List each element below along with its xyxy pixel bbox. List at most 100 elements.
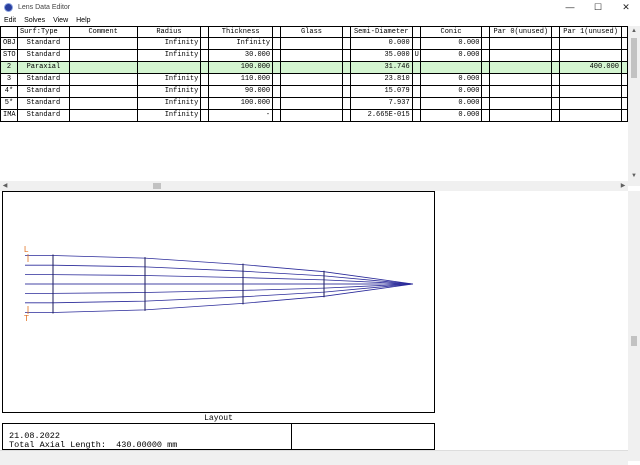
radius-cell[interactable] (137, 62, 202, 73)
conic-cell[interactable]: 0.000 (421, 38, 483, 49)
conic-cell[interactable]: 0.000 (421, 110, 483, 121)
thickness-solve-cell[interactable] (273, 62, 282, 73)
comment-cell[interactable] (70, 98, 138, 109)
glass-solve-cell[interactable] (343, 86, 351, 97)
par1-cell[interactable] (560, 110, 622, 121)
header-glass[interactable]: Glass (281, 27, 343, 38)
glass-cell[interactable] (281, 62, 343, 73)
thickness-cell[interactable]: 90.000 (209, 86, 274, 97)
par0-cell[interactable] (490, 86, 553, 97)
surface-type-cell[interactable]: Standard (18, 74, 70, 85)
thickness-solve-cell[interactable] (273, 86, 282, 97)
table-row[interactable]: 3 Standard Infinity 110.000 23.810 0.000 (0, 74, 628, 86)
table-row-selected[interactable]: 2 Paraxial 100.000 31.746 400.000 (0, 62, 628, 74)
table-row[interactable]: IMA Standard Infinity - 2.665E-015 0.000 (0, 110, 628, 122)
par0-cell[interactable] (490, 110, 553, 121)
glass-cell[interactable] (281, 38, 343, 49)
glass-solve-cell[interactable] (343, 110, 351, 121)
semi-diameter-cell[interactable]: 23.810 (351, 74, 413, 85)
table-scroll-thumb[interactable] (631, 38, 637, 78)
radius-cell[interactable]: Infinity (138, 98, 202, 109)
surface-type-cell[interactable]: Standard (18, 38, 70, 49)
header-par1[interactable]: Par 1(unused) (560, 27, 622, 38)
header-surf-type[interactable]: Surf:Type (18, 27, 70, 38)
conic-solve-cell[interactable] (482, 50, 491, 61)
radius-cell[interactable]: Infinity (138, 50, 202, 61)
header-thickness[interactable]: Thickness (209, 27, 274, 38)
radius-solve-cell[interactable] (201, 98, 210, 109)
par1-cell[interactable] (560, 86, 622, 97)
conic-cell[interactable]: 0.000 (421, 98, 483, 109)
radius-solve-cell[interactable] (201, 38, 210, 49)
thickness-cell[interactable]: - (209, 110, 274, 121)
par0-solve-cell[interactable] (552, 38, 561, 49)
comment-cell[interactable] (70, 86, 138, 97)
glass-cell[interactable] (281, 50, 343, 61)
conic-solve-cell[interactable] (482, 62, 491, 73)
layout-scroll-thumb[interactable] (631, 336, 637, 346)
header-semi-diameter[interactable]: Semi-Diameter (351, 27, 413, 38)
comment-cell[interactable] (69, 62, 138, 73)
semi-diameter-solve-cell[interactable] (413, 38, 421, 49)
conic-solve-cell[interactable] (482, 38, 491, 49)
radius-cell[interactable]: Infinity (138, 74, 202, 85)
scroll-left-arrow-icon[interactable]: ◀ (0, 181, 10, 191)
close-button[interactable]: ✕ (612, 0, 640, 14)
comment-cell[interactable] (70, 110, 138, 121)
glass-solve-cell[interactable] (343, 98, 351, 109)
glass-cell[interactable] (281, 86, 343, 97)
glass-solve-cell[interactable] (342, 62, 351, 73)
conic-cell[interactable] (420, 62, 483, 73)
menu-view[interactable]: View (49, 17, 72, 24)
glass-cell[interactable] (281, 98, 343, 109)
radius-solve-cell[interactable] (201, 110, 210, 121)
thickness-solve-cell[interactable] (273, 74, 282, 85)
par1-cell[interactable] (560, 38, 622, 49)
layout-vertical-scrollbar[interactable] (628, 191, 640, 461)
comment-cell[interactable] (70, 38, 138, 49)
horizontal-scroll-thumb[interactable] (153, 183, 161, 189)
minimize-button[interactable]: — (556, 0, 584, 14)
table-row[interactable]: STO Standard Infinity 30.000 35.000 U 0.… (0, 50, 628, 62)
par0-solve-cell[interactable] (552, 74, 561, 85)
conic-solve-cell[interactable] (482, 110, 491, 121)
thickness-solve-cell[interactable] (273, 38, 282, 49)
header-radius[interactable]: Radius (138, 27, 202, 38)
thickness-cell[interactable]: 100.000 (209, 62, 274, 73)
radius-solve-cell[interactable] (201, 62, 210, 73)
surface-type-cell[interactable]: Standard (18, 110, 70, 121)
thickness-solve-cell[interactable] (273, 110, 282, 121)
radius-cell[interactable]: Infinity (138, 110, 202, 121)
header-par0[interactable]: Par 0(unused) (490, 27, 553, 38)
thickness-solve-cell[interactable] (273, 98, 282, 109)
glass-cell[interactable] (281, 74, 343, 85)
conic-solve-cell[interactable] (482, 98, 491, 109)
semi-diameter-solve-cell[interactable] (413, 98, 421, 109)
scroll-down-arrow-icon[interactable]: ▼ (628, 171, 640, 181)
glass-solve-cell[interactable] (343, 50, 351, 61)
par1-cell[interactable]: 400.000 (560, 62, 622, 73)
par0-cell[interactable] (490, 74, 553, 85)
semi-diameter-cell[interactable]: 35.000 (351, 50, 413, 61)
table-vertical-scrollbar[interactable]: ▲ ▼ (628, 26, 640, 186)
surface-type-cell[interactable]: Paraxial (17, 62, 70, 73)
semi-diameter-solve-cell[interactable] (413, 110, 421, 121)
radius-solve-cell[interactable] (201, 74, 210, 85)
table-row[interactable]: 5* Standard Infinity 100.000 7.937 0.000 (0, 98, 628, 110)
par0-cell[interactable] (490, 98, 553, 109)
semi-diameter-solve-cell[interactable] (413, 86, 421, 97)
radius-cell[interactable]: Infinity (138, 86, 202, 97)
semi-diameter-cell[interactable]: 31.746 (350, 62, 413, 73)
menu-help[interactable]: Help (72, 17, 94, 24)
menu-edit[interactable]: Edit (0, 17, 20, 24)
radius-cell[interactable]: Infinity (138, 38, 202, 49)
conic-solve-cell[interactable] (482, 74, 491, 85)
par0-cell[interactable] (490, 38, 553, 49)
semi-diameter-solve-cell[interactable] (413, 74, 421, 85)
surface-type-cell[interactable]: Standard (18, 50, 70, 61)
maximize-button[interactable]: ☐ (584, 0, 612, 14)
par0-solve-cell[interactable] (552, 62, 561, 73)
thickness-solve-cell[interactable] (273, 50, 282, 61)
comment-cell[interactable] (70, 50, 138, 61)
par0-solve-cell[interactable] (552, 86, 561, 97)
